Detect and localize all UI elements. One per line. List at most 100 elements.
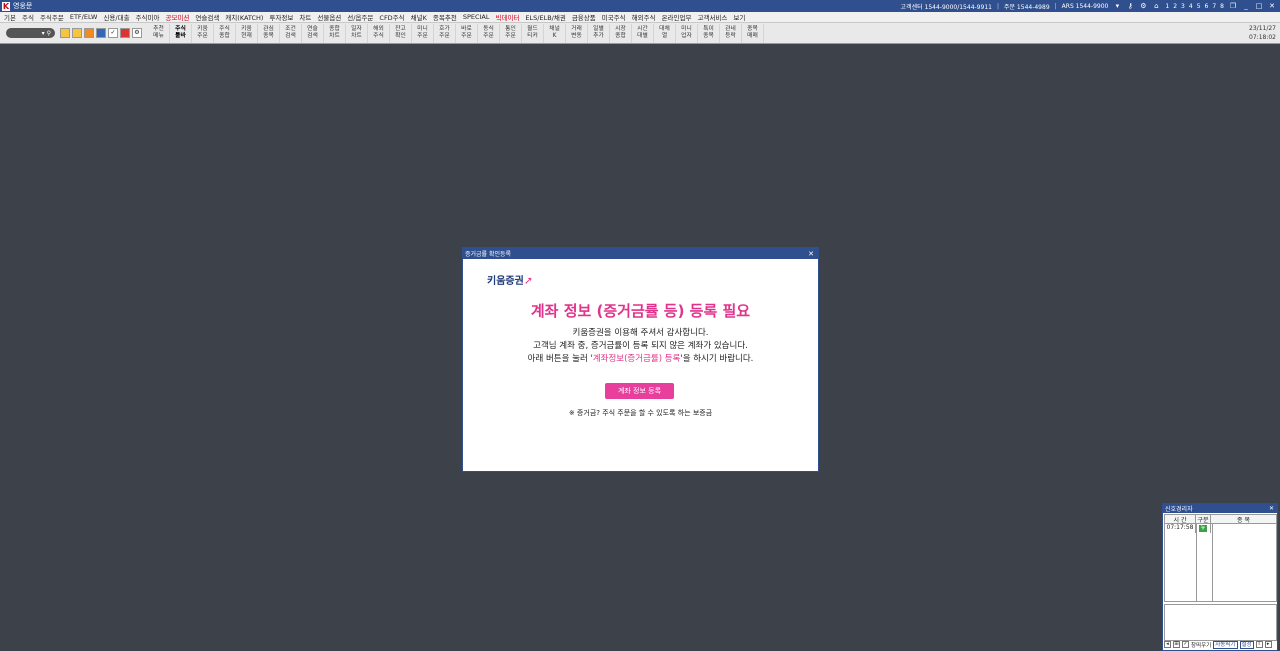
- window-number-button[interactable]: 4: [1189, 3, 1193, 10]
- table-row[interactable]: 07:17:58 뉴: [1165, 524, 1276, 533]
- menu-item[interactable]: 캐치(KATCH): [225, 12, 263, 22]
- window-number-button[interactable]: 3: [1181, 3, 1185, 10]
- message-line: 고객님 계좌 중, 증거금률이 등록 되지 않은 계좌가 있습니다.: [533, 341, 748, 351]
- toolbar-label-top: 월드: [527, 26, 538, 32]
- gear-icon[interactable]: ⚙: [132, 28, 142, 38]
- window-number-button[interactable]: 5: [1197, 3, 1201, 10]
- settings-icon[interactable]: ⚙: [1139, 2, 1147, 10]
- menu-item[interactable]: 해외주식: [632, 12, 656, 22]
- toolbar-shortcut-button[interactable]: 추천 메뉴: [148, 23, 170, 43]
- menu-item[interactable]: 미국주식: [602, 12, 626, 22]
- menu-item[interactable]: 신용/대출: [103, 12, 129, 22]
- toolbar-shortcut-button[interactable]: 통인 주문: [500, 23, 522, 43]
- maximize-icon[interactable]: □: [1255, 2, 1263, 10]
- menu-item[interactable]: 선/옵주문: [347, 12, 373, 22]
- window-number-button[interactable]: 1: [1165, 3, 1169, 10]
- menu-item[interactable]: 공모미션: [165, 12, 189, 22]
- toolbar-shortcut-button[interactable]: 월드 티커: [522, 23, 544, 43]
- toolbar-shortcut-button[interactable]: 관네 등락: [720, 23, 742, 43]
- toolbar-shortcut-button[interactable]: 조건 검색: [280, 23, 302, 43]
- check-icon[interactable]: ✓: [108, 28, 118, 38]
- toolbar-label-bottom: 차트: [329, 33, 340, 39]
- menu-item[interactable]: 기본: [4, 12, 16, 22]
- menu-item[interactable]: 금융상품: [572, 12, 596, 22]
- close-icon[interactable]: ✕: [808, 250, 814, 258]
- menu-item[interactable]: ELS/ELB/채권: [525, 12, 565, 22]
- toolbar-shortcut-button[interactable]: 관심 종목: [258, 23, 280, 43]
- stock-search-combo[interactable]: ▾ ⚲: [6, 28, 55, 38]
- dropdown-arrow-icon[interactable]: ▾: [1113, 2, 1121, 10]
- toolbar-shortcut-button[interactable]: 미니 주문: [412, 23, 434, 43]
- auto-popup-button[interactable]: 자동띄기: [1213, 640, 1238, 649]
- key-icon[interactable]: ⚷: [1126, 2, 1134, 10]
- toolbar-shortcut-button[interactable]: 해외 주식: [368, 23, 390, 43]
- menu-item[interactable]: 선물옵션: [317, 12, 341, 22]
- toolbar-shortcut-button[interactable]: 일자 차트: [346, 23, 368, 43]
- toolbar-shortcut-button[interactable]: 일별 추가: [588, 23, 610, 43]
- menu-item[interactable]: 온라인업무: [662, 12, 692, 22]
- header-time[interactable]: 시 간: [1165, 515, 1196, 524]
- toolbar-shortcut-button[interactable]: 키움 주문: [192, 23, 214, 43]
- register-account-button[interactable]: 계좌 정보 등록: [605, 383, 674, 399]
- column-divider: [1212, 524, 1213, 601]
- menu-item[interactable]: 고객서비스: [697, 12, 727, 22]
- menu-item[interactable]: 연슬검색: [195, 12, 219, 22]
- window-number-button[interactable]: 6: [1205, 3, 1209, 10]
- toolbar-shortcut-button[interactable]: 주식 종합: [214, 23, 236, 43]
- popup-label: 창띄우기: [1191, 642, 1212, 649]
- home-icon[interactable]: ⌂: [1152, 2, 1160, 10]
- menu-item[interactable]: 주식: [22, 12, 34, 22]
- toolbar-shortcut-button[interactable]: 키움 현재: [236, 23, 258, 43]
- screen-icon[interactable]: [120, 28, 130, 38]
- option-icon[interactable]: ⊞: [1173, 641, 1180, 648]
- info-icon[interactable]: i: [1255, 641, 1263, 648]
- settings-button[interactable]: 설정: [1239, 640, 1254, 649]
- toolbar-shortcut-button[interactable]: 바로 주문: [456, 23, 478, 43]
- next-icon[interactable]: ▸: [1264, 641, 1272, 648]
- header-stock[interactable]: 종 목: [1211, 515, 1276, 524]
- lock-icon[interactable]: [84, 28, 94, 38]
- toolbar-shortcut-button[interactable]: 시장 종합: [610, 23, 632, 43]
- window-number-button[interactable]: 8: [1220, 3, 1224, 10]
- menu-item[interactable]: SPECIAL: [463, 13, 490, 21]
- toolbar-shortcut-button[interactable]: 특이 종목: [698, 23, 720, 43]
- toolbar-shortcut-button[interactable]: 대체 열: [654, 23, 676, 43]
- chart-icon[interactable]: [60, 28, 70, 38]
- menu-item[interactable]: 주식미아: [136, 12, 160, 22]
- toolbar-shortcut-button[interactable]: 채널 K: [544, 23, 566, 43]
- menu-item[interactable]: 채널K: [411, 12, 427, 22]
- toolbar-label-top: 미니: [681, 26, 692, 32]
- toolbar-label-bottom: 검색: [285, 33, 296, 39]
- menu-item[interactable]: 빅데이터: [496, 12, 520, 22]
- menu-item[interactable]: 종목추천: [433, 12, 457, 22]
- prev-icon[interactable]: ◂: [1164, 641, 1171, 648]
- menu-item[interactable]: 투자정보: [269, 12, 293, 22]
- menu-item[interactable]: ETF/ELW: [70, 13, 98, 21]
- toolbar-shortcut-button[interactable]: 종합 차트: [324, 23, 346, 43]
- close-icon[interactable]: ✕: [1269, 505, 1274, 512]
- toolbar-shortcut-button[interactable]: 미니 업자: [676, 23, 698, 43]
- toolbar-shortcut-button[interactable]: 연슬 검색: [302, 23, 324, 43]
- toolbar-shortcut-button[interactable]: 잔고 확인: [390, 23, 412, 43]
- toolbar-shortcut-button[interactable]: 동식 주문: [478, 23, 500, 43]
- window-number-button[interactable]: 7: [1212, 3, 1216, 10]
- toolbar-shortcut-button[interactable]: 호가 주문: [434, 23, 456, 43]
- popup-checkbox[interactable]: ✓: [1182, 641, 1189, 648]
- close-icon[interactable]: ✕: [1268, 2, 1276, 10]
- toolbar-shortcut-button[interactable]: 종목 매매: [742, 23, 764, 43]
- window-number-button[interactable]: 2: [1173, 3, 1177, 10]
- toolbar-label-bottom: 현재: [241, 33, 252, 39]
- header-kind[interactable]: 구분: [1196, 515, 1211, 524]
- menu-item[interactable]: CFD주식: [379, 12, 404, 22]
- pencil-icon[interactable]: [72, 28, 82, 38]
- toolbar-shortcut-button[interactable]: 거래 변동: [566, 23, 588, 43]
- restore-window-icon[interactable]: ❐: [1229, 2, 1237, 10]
- toolbar-label-bottom: 종목: [703, 33, 714, 39]
- menu-item[interactable]: 보기: [733, 12, 745, 22]
- menu-item[interactable]: 차트: [299, 12, 311, 22]
- minimize-icon[interactable]: _: [1242, 2, 1250, 10]
- menu-item[interactable]: 주식주문: [40, 12, 64, 22]
- toolbar-shortcut-button[interactable]: 시간 대별: [632, 23, 654, 43]
- flag-icon[interactable]: [96, 28, 106, 38]
- toolbar-shortcut-button[interactable]: 주식 툴바: [170, 23, 192, 43]
